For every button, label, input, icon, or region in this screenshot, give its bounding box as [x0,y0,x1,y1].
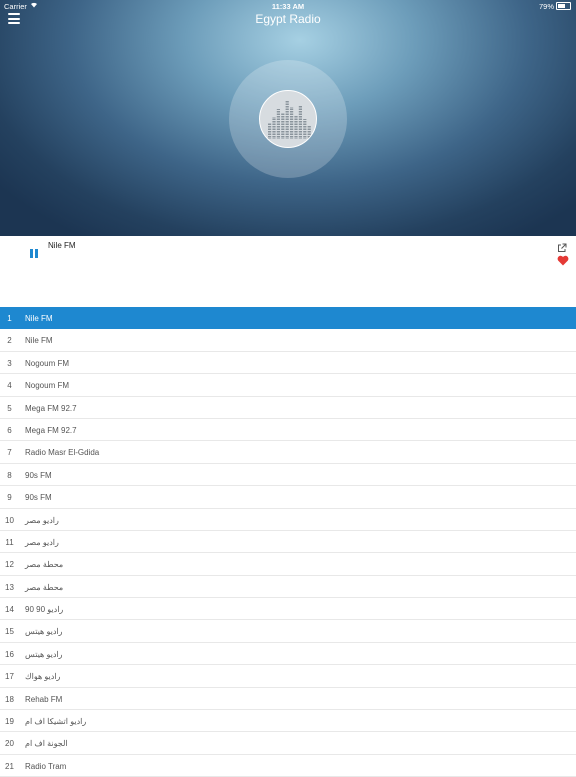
station-name: 90s FM [25,470,52,480]
station-name: Nile FM [25,314,53,323]
now-playing-bar [0,236,576,306]
status-time: 11:33 AM [271,2,305,11]
station-number: 5 [7,403,12,413]
station-row[interactable]: 15 راديو هيتس [0,620,576,643]
battery-icon [556,2,571,10]
station-number: 1 [7,314,12,323]
station-number: 4 [7,381,12,391]
equalizer-bar [307,125,311,139]
station-number: 9 [7,493,12,503]
equalizer-icon [259,90,317,148]
station-row[interactable]: 12 محطة مصر [0,553,576,576]
station-number: 16 [5,649,14,659]
station-name: راديو مصر [25,515,59,525]
heart-icon[interactable] [557,253,569,266]
station-row[interactable]: 16 راديو هيتس [0,643,576,666]
station-number: 19 [5,717,14,727]
station-number: 13 [5,582,14,592]
station-name: راديو هواك [25,672,61,682]
artwork-header: Carrier 11:33 AM 79% Egypt Radio [0,0,576,236]
equalizer-bar [303,119,307,139]
station-number: 10 [5,515,14,525]
station-row[interactable]: 8 90s FM [0,464,576,487]
station-name: محطة مصر [25,582,64,592]
station-name: Rehab FM [25,694,63,704]
station-row[interactable]: 3 Nogoum FM [0,352,576,375]
station-row[interactable]: 14 راديو 90 90 [0,598,576,621]
station-row[interactable]: 18 Rehab FM [0,688,576,711]
status-bar: Carrier 11:33 AM 79% [0,0,576,12]
station-row[interactable]: 9 90s FM [0,486,576,509]
station-name: 90s FM [25,493,52,503]
station-name: محطة مصر [25,560,64,570]
station-number: 21 [5,761,14,771]
station-row[interactable]: 19 راديو اتشيكا اف ام [0,710,576,733]
station-row[interactable]: 20 الجونة اف ام [0,732,576,755]
station-row[interactable]: 1 Nile FM [0,307,576,330]
battery-fill [558,4,566,8]
station-row[interactable]: 7 Radio Masr El-Gdida [0,441,576,464]
station-number: 17 [5,672,14,682]
station-name: Mega FM 92.7 [25,425,77,435]
station-name: الجونة اف ام [25,739,68,749]
station-row[interactable]: 10 راديو مصر [0,509,576,531]
station-number: 6 [7,425,12,435]
station-number: 18 [5,694,14,704]
pause-icon-bar [30,249,33,258]
station-name: راديو هيتس [25,649,63,659]
pause-button[interactable] [29,249,39,259]
station-number: 3 [7,358,12,368]
equalizer-bar [276,109,280,139]
station-name: راديو اتشيكا اف ام [25,717,87,727]
station-number: 20 [5,739,14,749]
station-name: Radio Masr El-Gdida [25,448,100,458]
page-title: Egypt Radio [255,12,321,26]
station-number: 12 [5,560,14,570]
station-row[interactable]: 6 Mega FM 92.7 [0,419,576,442]
station-number: 7 [7,448,12,458]
station-name: Nogoum FM [25,381,70,391]
station-name: Nogoum FM [25,358,70,368]
station-row[interactable]: 5 Mega FM 92.7 [0,397,576,419]
station-name: Mega FM 92.7 [25,403,77,413]
station-row[interactable]: 11 راديو مصر [0,531,576,554]
station-number: 11 [5,537,14,547]
station-row[interactable]: 4 Nogoum FM [0,374,576,397]
station-number: 8 [7,470,12,480]
share-icon[interactable] [557,240,567,252]
station-row[interactable]: 21 Radio Tram [0,755,576,777]
station-name: Nile FM [25,336,53,346]
station-name: Radio Tram [25,761,67,771]
station-number: 2 [7,336,12,346]
station-row[interactable]: 2 Nile FM [0,329,576,352]
station-name: راديو هيتس [25,627,63,637]
now-playing-title: Nile FM [48,241,76,250]
station-list: 1 Nile FM 2 Nile FM 3 Nogoum FM 4 Nogoum FM 5 Meg… [0,307,576,777]
station-number: 14 [5,605,14,615]
station-name: راديو 90 90 [25,605,64,615]
station-row[interactable]: 17 راديو هواك [0,665,576,688]
station-row[interactable]: 13 محطة مصر [0,576,576,599]
station-number: 15 [5,627,14,637]
battery-percent: 79% [538,2,554,11]
station-name: راديو مصر [25,537,59,547]
pause-icon-bar [35,249,38,258]
